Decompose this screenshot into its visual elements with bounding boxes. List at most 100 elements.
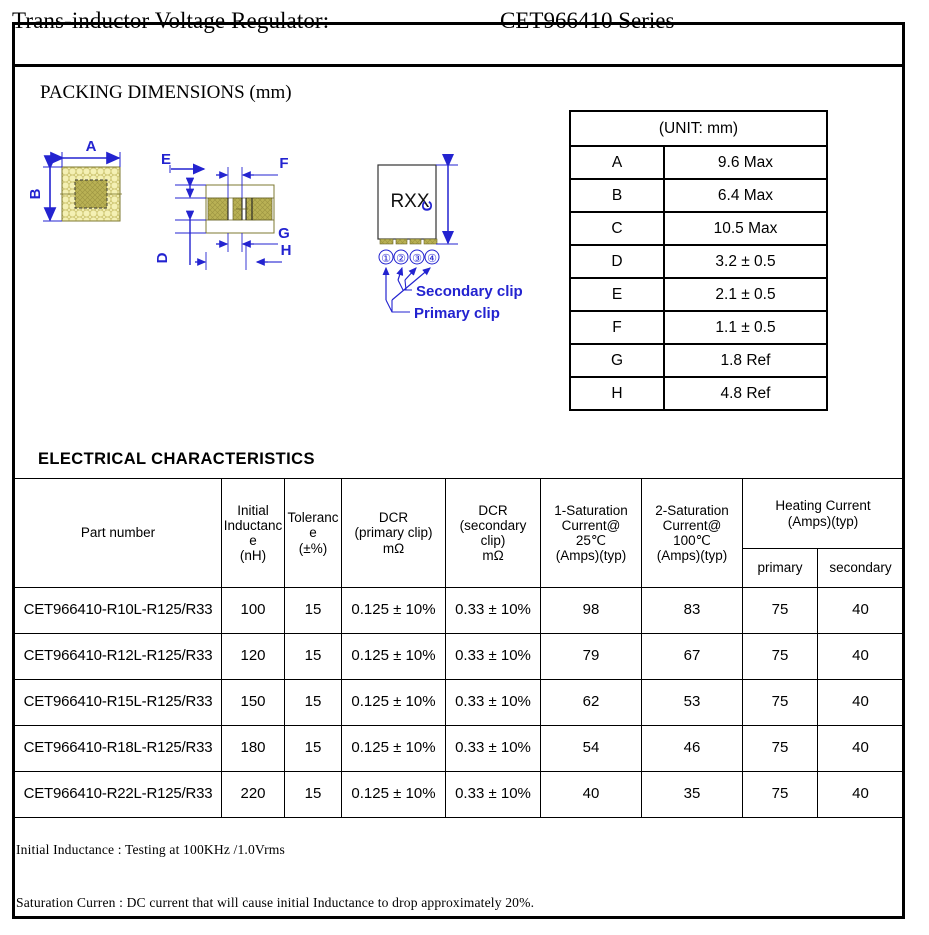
col-header-tolerance: Toleranc e (±%): [284, 478, 342, 588]
dim-row-value: 9.6 Max: [663, 145, 828, 180]
cell-part-number: CET966410-R18L-R125/R33: [14, 725, 222, 772]
cell-saturation-2: 67: [641, 633, 743, 680]
table-row: G 1.8 Ref: [569, 343, 828, 378]
cell-saturation-2: 46: [641, 725, 743, 772]
dim-label-f: F: [279, 155, 288, 172]
hdr-line: (primary clip): [354, 525, 433, 541]
cell-heating-primary: 75: [742, 633, 818, 680]
cell-heating-secondary: 40: [817, 587, 904, 634]
dim-row-value: 1.8 Ref: [663, 343, 828, 378]
dim-row-value: 4.8 Ref: [663, 376, 828, 411]
pin-4-label: ④: [427, 253, 437, 265]
dim-label-g: G: [278, 225, 290, 242]
cell-tolerance: 15: [284, 633, 342, 680]
table-row: H 4.8 Ref: [569, 376, 828, 411]
dim-label-d: D: [154, 252, 171, 263]
cell-inductance: 100: [221, 587, 285, 634]
table-row: A 9.6 Max: [569, 145, 828, 180]
hdr-line: 2-Saturation: [655, 502, 729, 518]
hdr-line: Heating Current: [775, 498, 871, 514]
cell-dcr-primary: 0.125 ± 10%: [341, 633, 446, 680]
cell-dcr-primary: 0.125 ± 10%: [341, 587, 446, 634]
cell-part-number: CET966410-R15L-R125/R33: [14, 679, 222, 726]
cell-dcr-primary: 0.125 ± 10%: [341, 679, 446, 726]
cell-saturation-2: 83: [641, 587, 743, 634]
cell-inductance: 120: [221, 633, 285, 680]
hdr-line: (Amps)(typ): [787, 513, 859, 529]
hdr-line: mΩ: [482, 548, 504, 564]
col-header-saturation-2: 2-Saturation Current@ 100℃ (Amps)(typ): [641, 478, 743, 588]
table-row: CET966410-R18L-R125/R33 180 15 0.125 ± 1…: [14, 725, 904, 772]
table-row: D 3.2 ± 0.5: [569, 244, 828, 279]
dim-row-value: 6.4 Max: [663, 178, 828, 213]
dim-row-value: 10.5 Max: [663, 211, 828, 246]
col-header-dcr-secondary: DCR (secondary clip) mΩ: [445, 478, 541, 588]
hdr-line: mΩ: [382, 540, 405, 556]
footnote-line: Initial Inductance : Testing at 100KHz /…: [16, 842, 285, 858]
hdr-line: (Amps)(typ): [555, 548, 627, 564]
hdr-line: Initial: [237, 502, 269, 518]
dim-row-value: 2.1 ± 0.5: [663, 277, 828, 312]
hdr-line: 25℃: [575, 533, 607, 548]
col-header-dcr-primary: DCR (primary clip) mΩ: [341, 478, 446, 588]
pin-numbers: ① ② ③ ④: [378, 249, 440, 265]
footnote-line: Saturation Curren : DC current that will…: [16, 894, 535, 910]
hdr-line: Current@: [662, 517, 722, 533]
cell-dcr-secondary: 0.33 ± 10%: [445, 725, 541, 772]
table-header-row: Part number Initial Inductanc e (nH) Tol…: [14, 477, 904, 588]
electrical-characteristics-table: Part number Initial Inductanc e (nH) Tol…: [14, 477, 904, 818]
dim-row-label: A: [569, 145, 665, 180]
table-row: E 2.1 ± 0.5: [569, 277, 828, 312]
cell-inductance: 180: [221, 725, 285, 772]
hdr-line: 1-Saturation: [554, 502, 628, 518]
dim-row-label: E: [569, 277, 665, 312]
pin-3-label: ③: [412, 253, 422, 265]
table-row: C 10.5 Max: [569, 211, 828, 246]
unit-header: (UNIT: mm): [569, 110, 828, 147]
hdr-line: DCR: [378, 510, 409, 526]
col-header-part-number: Part number: [14, 478, 222, 588]
cell-saturation-1: 79: [540, 633, 642, 680]
table-row: F 1.1 ± 0.5: [569, 310, 828, 345]
series-title: CET966410 Series: [500, 8, 675, 33]
hdr-line: Current@: [561, 517, 621, 533]
callout-secondary-clip: Secondary clip: [416, 283, 523, 300]
callout-primary-clip: Primary clip: [414, 305, 500, 322]
cell-dcr-primary: 0.125 ± 10%: [341, 725, 446, 772]
dim-label-a: A: [86, 140, 97, 155]
col-header-heating-primary: primary: [742, 548, 818, 588]
cell-part-number: CET966410-R10L-R125/R33: [14, 587, 222, 634]
hdr-line: Inductanc: [223, 517, 283, 533]
table-row-unit: (UNIT: mm): [569, 110, 828, 147]
hdr-line: e: [249, 533, 257, 548]
cell-heating-secondary: 40: [817, 633, 904, 680]
datasheet-page: Trans-inductor Voltage Regulator: CET966…: [0, 0, 929, 935]
table-row: CET966410-R10L-R125/R33 100 15 0.125 ± 1…: [14, 587, 904, 634]
electrical-table-wrapper: Part number Initial Inductanc e (nH) Tol…: [14, 477, 904, 818]
drawing-top-view: A B: [27, 140, 122, 222]
hdr-line: (±%): [298, 540, 328, 556]
cell-tolerance: 15: [284, 725, 342, 772]
col-header-heating-current: Heating Current (Amps)(typ): [742, 477, 904, 550]
table-row: CET966410-R12L-R125/R33 120 15 0.125 ± 1…: [14, 633, 904, 680]
drawing-side-view: E F D G H: [154, 151, 291, 270]
page-title: Trans-inductor Voltage Regulator:: [12, 8, 330, 33]
cell-dcr-secondary: 0.33 ± 10%: [445, 587, 541, 634]
col-header-initial-inductance: Initial Inductanc e (nH): [221, 478, 285, 588]
hdr-line: e: [309, 525, 317, 541]
drawing-front-view: RXX C ① ② ③ ④ Secondary clip Primary cli…: [377, 154, 523, 322]
hdr-line: Toleranc: [287, 510, 339, 526]
cell-tolerance: 15: [284, 587, 342, 634]
dim-row-label: G: [569, 343, 665, 378]
col-header-saturation-1: 1-Saturation Current@ 25℃ (Amps)(typ): [540, 478, 642, 588]
hdr-line: DCR: [478, 502, 508, 518]
cell-saturation-1: 62: [540, 679, 642, 726]
hdr-line: clip): [480, 533, 506, 548]
footnotes: Initial Inductance : Testing at 100KHz /…: [16, 806, 896, 935]
col-header-heating-secondary: secondary: [817, 548, 904, 588]
cell-saturation-1: 98: [540, 587, 642, 634]
hdr-line: (secondary: [459, 517, 527, 533]
hdr-line: (Amps)(typ): [656, 548, 728, 564]
dimension-table: (UNIT: mm) A 9.6 Max B 6.4 Max C 10.5 Ma…: [569, 110, 828, 411]
dim-label-e: E: [161, 151, 171, 168]
